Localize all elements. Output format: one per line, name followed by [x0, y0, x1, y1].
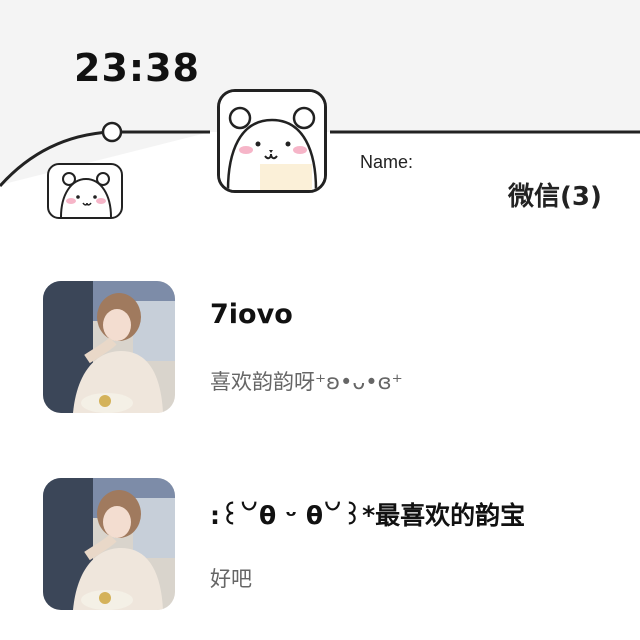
bear-icon	[220, 92, 324, 190]
status-time: 23:38	[74, 46, 200, 90]
contact-avatar[interactable]	[43, 281, 175, 413]
profile-name-label: Name:	[360, 152, 414, 172]
contact-photo	[43, 281, 175, 413]
chat-list-item[interactable]: 7iovo 喜欢韵韵呀⁺ʚ•ᴗ•ɞ⁺	[43, 281, 623, 413]
contact-name: :꒰꒡θ ᵕ θ꒡꒱*最喜欢的韵宝	[210, 501, 526, 530]
contact-avatar[interactable]	[43, 478, 175, 610]
message-preview: 喜欢韵韵呀⁺ʚ•ᴗ•ɞ⁺	[210, 370, 403, 394]
contact-photo	[43, 478, 175, 610]
decor-dot	[101, 121, 123, 143]
profile-avatar[interactable]	[217, 89, 327, 193]
contact-name: 7iovo	[210, 299, 293, 330]
bear-icon	[60, 172, 112, 217]
app-title: 微信(3)	[508, 182, 602, 212]
chat-list-item[interactable]: :꒰꒡θ ᵕ θ꒡꒱*最喜欢的韵宝 好吧	[43, 478, 623, 610]
small-bear-avatar[interactable]	[47, 163, 123, 219]
message-preview: 好吧	[210, 567, 252, 591]
